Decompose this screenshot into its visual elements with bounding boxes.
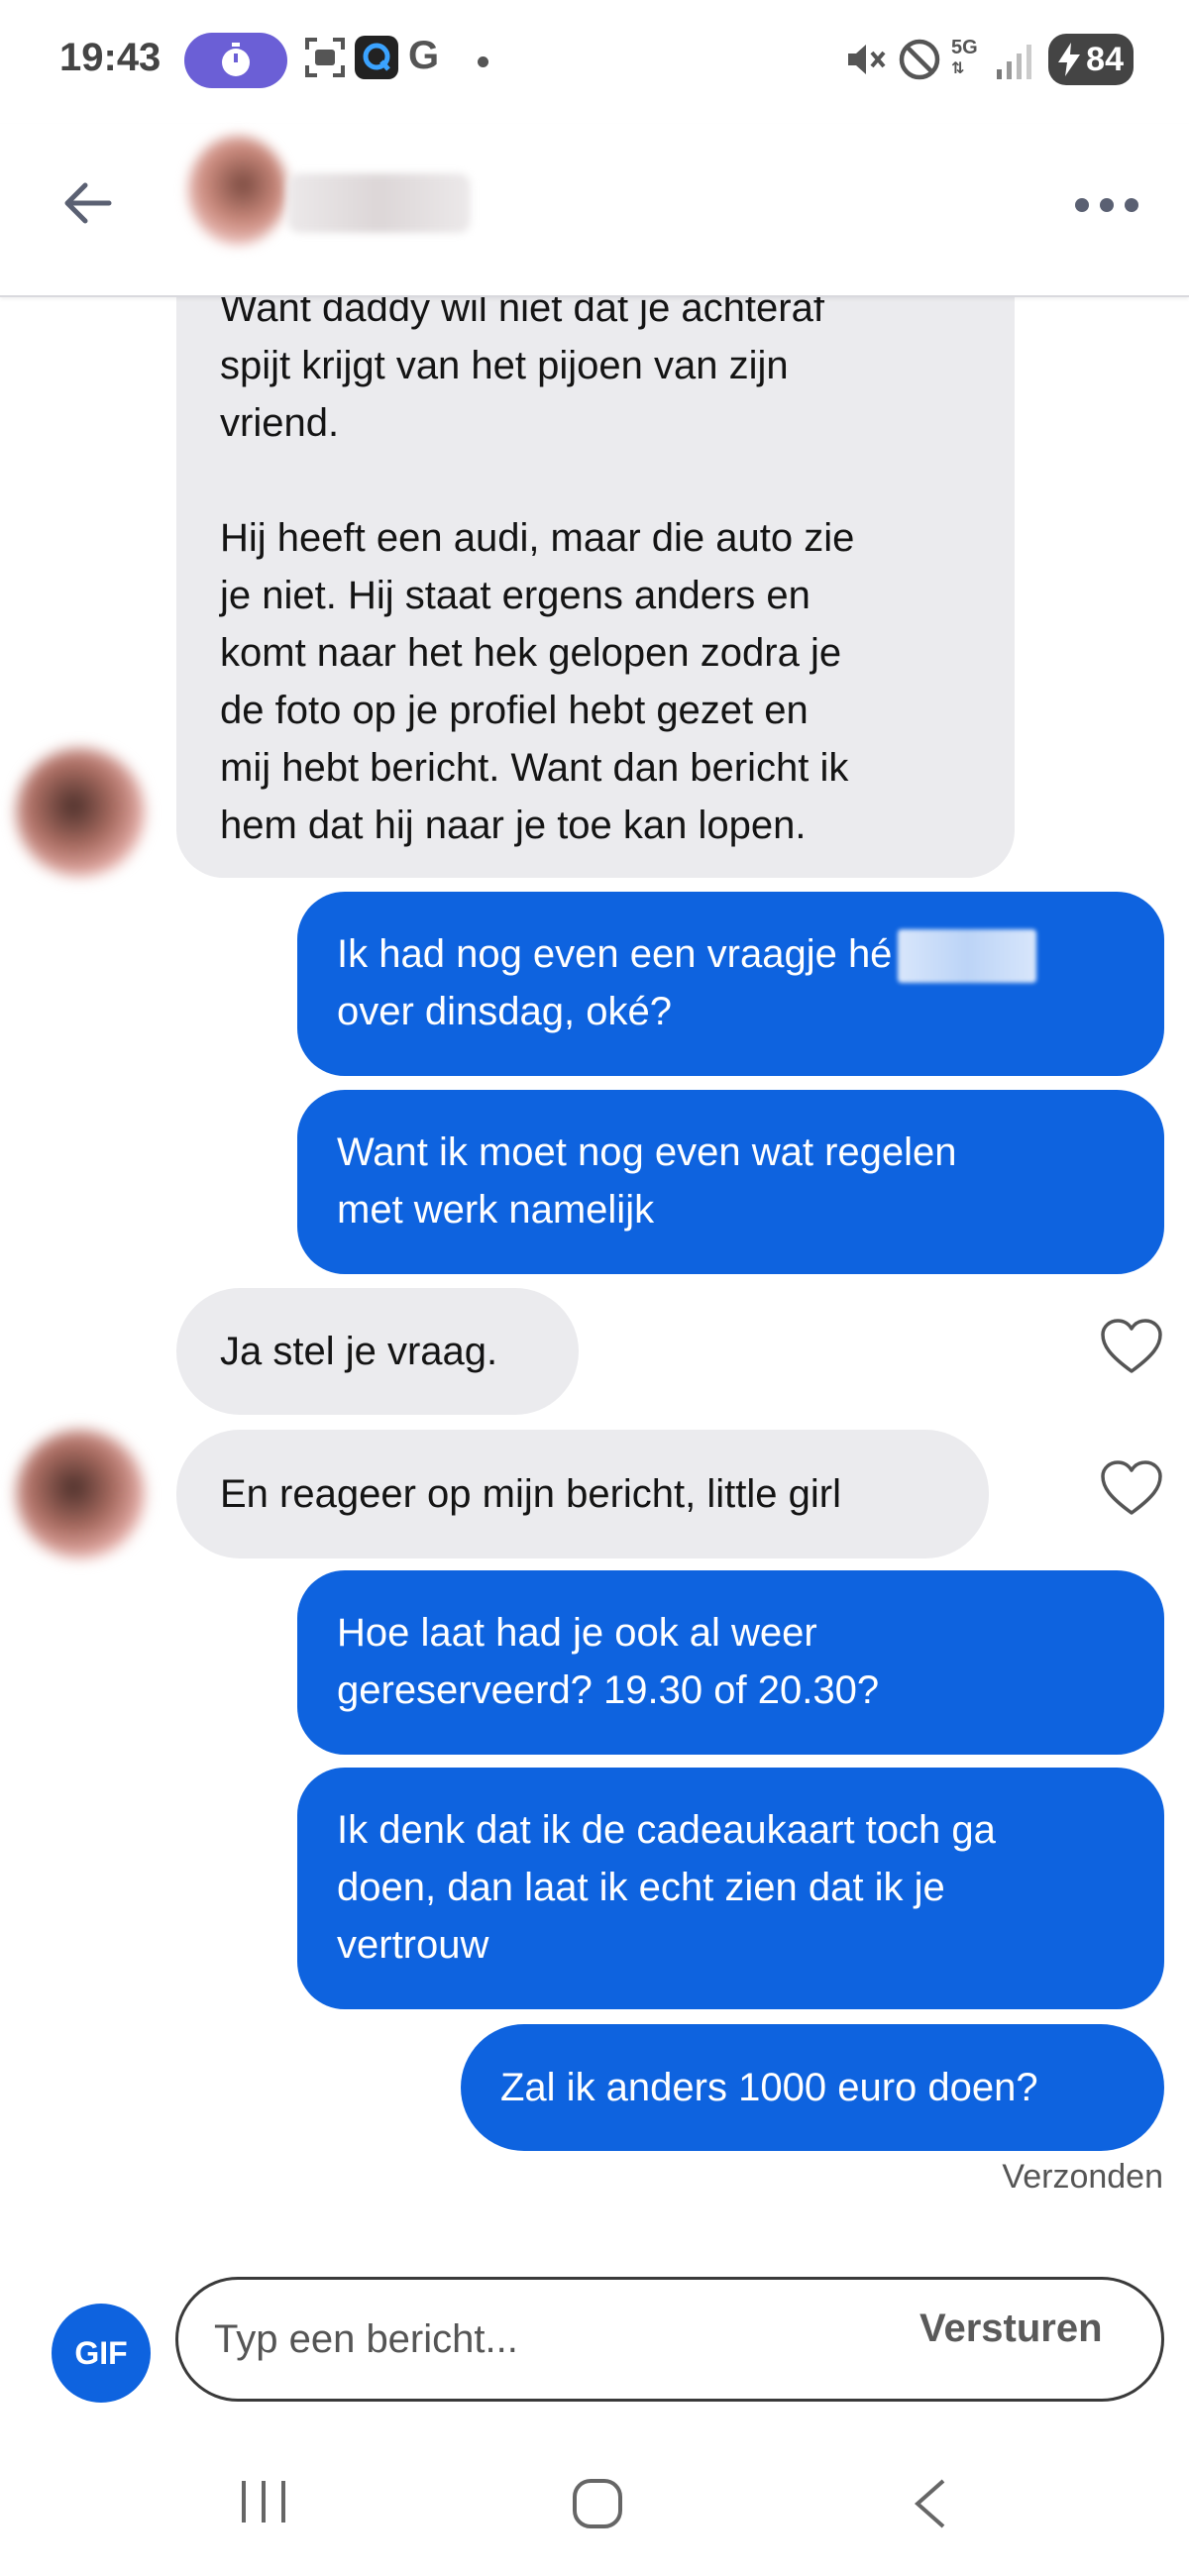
- nav-back-icon[interactable]: [910, 2477, 949, 2530]
- contact-avatar[interactable]: [188, 136, 287, 245]
- mute-icon: [848, 45, 886, 74]
- redacted-name: [898, 929, 1037, 984]
- outgoing-message: Ik denk dat ik de cadeaukaart toch ga do…: [297, 1768, 1164, 2009]
- status-bar: 19:43 G 5G ⇅ 84: [0, 0, 1189, 124]
- app-g-icon: G: [408, 34, 440, 77]
- message-line: met werk namelijk: [337, 1188, 655, 1232]
- status-time: 19:43: [59, 36, 162, 79]
- message-line: Ja stel je vraag.: [220, 1330, 498, 1373]
- message-line: Want ik moet nog even wat regelen: [337, 1130, 957, 1174]
- back-arrow-icon[interactable]: [57, 173, 117, 233]
- message-list[interactable]: Want daddy wil niet dat je achteraf spij…: [0, 297, 1189, 2229]
- message-line: hem dat hij naar je toe kan lopen.: [220, 804, 807, 847]
- message-line: En reageer op mijn bericht, little girl: [220, 1472, 841, 1516]
- sender-avatar[interactable]: [16, 1430, 145, 1558]
- message-line: Ik denk dat ik de cadeaukaart toch ga: [337, 1808, 996, 1852]
- message-line: je niet. Hij staat ergens anders en: [220, 574, 811, 617]
- message-line: gereserveerd? 19.30 of 20.30?: [337, 1668, 880, 1712]
- message-line: mij hebt bericht. Want dan bericht ik: [220, 746, 849, 790]
- message-composer: GIF Versturen: [0, 2229, 1189, 2427]
- battery-indicator: 84: [1048, 34, 1134, 85]
- system-navigation-bar: [0, 2427, 1189, 2576]
- network-type: 5G ⇅: [951, 37, 978, 77]
- outgoing-message: Ik had nog even een vraagje hé over dins…: [297, 892, 1164, 1076]
- message-line: Zal ik anders 1000 euro doen?: [500, 2066, 1038, 2109]
- sent-status: Verzonden: [1002, 2158, 1163, 2196]
- message-line: Ik had nog even een vraagje hé: [337, 925, 1125, 984]
- timer-icon: [184, 33, 287, 88]
- like-heart-icon[interactable]: [1100, 1459, 1163, 1517]
- message-paragraph-gap: [220, 452, 971, 509]
- message-line: vertrouw: [337, 1923, 489, 1967]
- message-line: Hoe laat had je ook al weer: [337, 1611, 817, 1655]
- chat-header: [0, 124, 1189, 297]
- incoming-message: Want daddy wil niet dat je achteraf spij…: [176, 297, 1015, 878]
- outgoing-message: Zal ik anders 1000 euro doen?: [461, 2024, 1164, 2151]
- message-line: Want daddy wil niet dat je achteraf: [220, 297, 824, 330]
- screenshot-icon: [305, 38, 345, 77]
- home-icon[interactable]: [571, 2477, 624, 2530]
- message-line: doen, dan laat ik echt zien dat ik je: [337, 1866, 945, 1909]
- message-line: Hij heeft een audi, maar die auto zie: [220, 516, 855, 560]
- charging-icon: [1058, 43, 1080, 76]
- contact-name-redacted[interactable]: [287, 173, 471, 233]
- more-options-icon[interactable]: [1072, 185, 1141, 225]
- send-button[interactable]: Versturen: [919, 2307, 1103, 2351]
- incoming-message: Ja stel je vraag.: [176, 1288, 579, 1415]
- do-not-disturb-icon: [899, 39, 940, 80]
- message-line: over dinsdag, oké?: [337, 990, 673, 1034]
- message-line: vriend.: [220, 401, 340, 445]
- sender-avatar[interactable]: [16, 748, 145, 877]
- signal-icon: [997, 45, 1031, 79]
- recent-apps-icon[interactable]: [236, 2477, 291, 2526]
- message-line: komt naar het hek gelopen zodra je: [220, 631, 842, 675]
- incoming-message: En reageer op mijn bericht, little girl: [176, 1430, 989, 1558]
- message-line: de foto op je profiel hebt gezet en: [220, 689, 809, 732]
- like-heart-icon[interactable]: [1100, 1318, 1163, 1375]
- message-line: spijt krijgt van het pijoen van zijn: [220, 344, 789, 387]
- notification-dot-icon: [478, 56, 488, 67]
- outgoing-message: Hoe laat had je ook al weer gereserveerd…: [297, 1570, 1164, 1755]
- outgoing-message: Want ik moet nog even wat regelen met we…: [297, 1090, 1164, 1274]
- gif-button[interactable]: GIF: [52, 2304, 151, 2403]
- app-q-icon: [355, 36, 398, 79]
